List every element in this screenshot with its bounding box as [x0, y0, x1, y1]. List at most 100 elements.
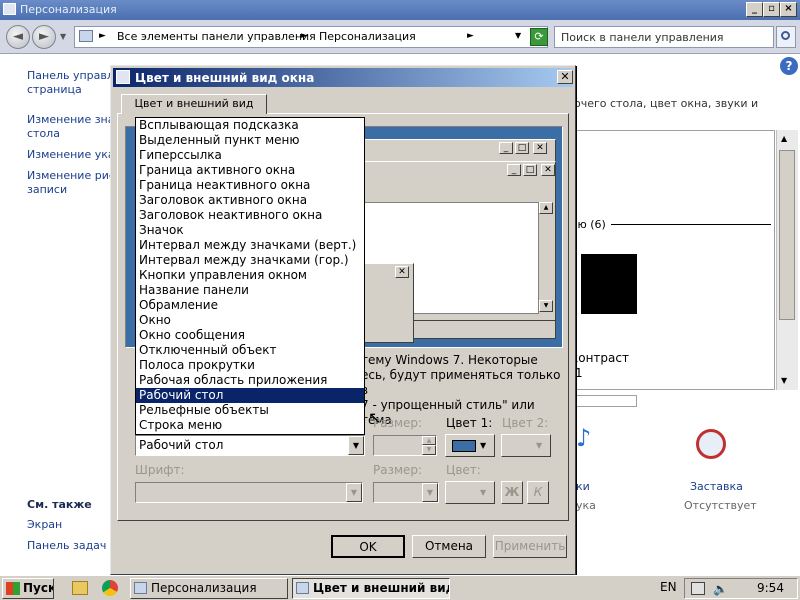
- windows-logo-icon: [6, 582, 20, 595]
- dropdown-option[interactable]: Интервал между значками (гор.): [136, 253, 364, 268]
- left-link[interactable]: стола: [27, 127, 110, 141]
- dropdown-option[interactable]: Граница неактивного окна: [136, 178, 364, 193]
- dropdown-option[interactable]: Граница активного окна: [136, 163, 364, 178]
- font-label: Шрифт:: [135, 463, 185, 477]
- screensaver-status: Отсутствует: [684, 499, 757, 512]
- see-also-link-display[interactable]: Экран: [27, 518, 110, 532]
- left-link[interactable]: Изменение указа: [27, 148, 110, 162]
- start-button[interactable]: Пуск: [2, 578, 54, 599]
- dropdown-option[interactable]: Полоса прокрутки: [136, 358, 364, 373]
- maximize-button[interactable]: ▫: [763, 2, 780, 17]
- close-button[interactable]: ×: [780, 2, 797, 17]
- task-personalization[interactable]: Персонализация: [130, 578, 288, 599]
- volume-muted-icon[interactable]: 🔈: [713, 582, 728, 596]
- chevron-down-icon[interactable]: ▼: [346, 483, 362, 502]
- see-also-link-taskbar[interactable]: Панель задач и: [27, 539, 110, 553]
- sounds-label-fragment[interactable]: ки: [576, 480, 590, 493]
- dropdown-option[interactable]: Гиперссылка: [136, 148, 364, 163]
- ok-button[interactable]: OK: [331, 535, 405, 558]
- dropdown-option[interactable]: Окно: [136, 313, 364, 328]
- address-dropdown-icon[interactable]: ▼: [515, 31, 521, 40]
- size-spinner[interactable]: ▲ ▼: [373, 435, 437, 456]
- language-indicator[interactable]: EN: [660, 580, 677, 594]
- scroll-thumb[interactable]: [779, 150, 795, 320]
- chevron-down-icon[interactable]: ▼: [422, 483, 438, 502]
- navigation-toolbar: ◄ ► ▼ ► Все элементы панели управления ►…: [0, 20, 800, 54]
- contrast-theme-thumbnail[interactable]: [581, 254, 637, 314]
- dropdown-option[interactable]: Кнопки управления окном: [136, 268, 364, 283]
- element-select[interactable]: Рабочий стол ▼: [135, 435, 365, 456]
- start-label: Пуск: [23, 581, 54, 595]
- header-text-fragment: очего стола, цвет окна, звуки и: [574, 97, 759, 110]
- task-color-appearance[interactable]: Цвет и внешний вид ...: [292, 578, 450, 599]
- address-bar[interactable]: ► Все элементы панели управления ► Персо…: [74, 26, 548, 48]
- sounds-icon[interactable]: ♪: [576, 425, 602, 451]
- section-divider: [611, 224, 771, 225]
- apply-button[interactable]: Применить: [493, 535, 567, 558]
- dropdown-option[interactable]: Интервал между значками (верт.): [136, 238, 364, 253]
- element-dropdown-list[interactable]: Всплывающая подсказка Выделенный пункт ме…: [135, 117, 365, 435]
- font-size-select[interactable]: ▼: [373, 482, 439, 503]
- dropdown-option[interactable]: Выделенный пункт меню: [136, 133, 364, 148]
- color2-button[interactable]: ▼: [501, 434, 551, 457]
- dropdown-option[interactable]: Всплывающая подсказка: [136, 118, 364, 133]
- minimize-button[interactable]: _: [746, 2, 763, 17]
- clock[interactable]: 9:54: [757, 581, 784, 595]
- scroll-down-icon[interactable]: ▼: [781, 376, 787, 385]
- search-input[interactable]: Поиск в панели управления: [554, 26, 774, 48]
- breadcrumb-chevron-icon[interactable]: ►: [467, 31, 474, 41]
- dropdown-option-selected[interactable]: Рабочий стол: [136, 388, 364, 403]
- see-also-heading: См. также: [27, 498, 92, 511]
- cancel-button[interactable]: Отмена: [412, 535, 486, 558]
- scroll-up-icon[interactable]: ▲: [781, 134, 787, 143]
- dropdown-option[interactable]: Рельефные объекты: [136, 403, 364, 418]
- back-icon[interactable]: ◄: [6, 25, 30, 49]
- dropdown-option[interactable]: Строка меню: [136, 418, 364, 433]
- network-icon[interactable]: [691, 582, 705, 595]
- tab-color-appearance[interactable]: Цвет и внешний вид окна: [121, 94, 267, 128]
- screensaver-label[interactable]: Заставка: [690, 480, 743, 493]
- window-icon: [296, 582, 309, 594]
- preview-minimize-icon: _: [499, 142, 513, 154]
- screensaver-icon[interactable]: [696, 429, 726, 459]
- taskbar: Пуск Персонализация Цвет и внешний вид .…: [0, 575, 800, 600]
- breadcrumb-item[interactable]: Все элементы панели управления: [117, 30, 316, 43]
- left-link[interactable]: Панель управле: [27, 69, 110, 83]
- themes-list[interactable]: ью (6) контраст 1: [570, 130, 775, 407]
- chrome-icon[interactable]: [102, 580, 118, 596]
- left-link[interactable]: Изменение значк: [27, 113, 110, 127]
- themes-scrollbar[interactable]: ▲ ▼: [776, 130, 798, 390]
- chevron-down-icon[interactable]: ▼: [348, 436, 364, 455]
- history-chevron-icon[interactable]: ▼: [60, 32, 66, 41]
- bold-button[interactable]: Ж: [501, 481, 523, 504]
- spin-down-icon[interactable]: ▼: [422, 445, 436, 455]
- color2-label: Цвет 2:: [502, 416, 549, 430]
- breadcrumb-chevron-icon[interactable]: ►: [301, 31, 308, 41]
- help-icon[interactable]: ?: [780, 57, 798, 75]
- dropdown-option[interactable]: Отключенный объект: [136, 343, 364, 358]
- control-panel-icon: [134, 582, 147, 594]
- dropdown-option[interactable]: Заголовок неактивного окна: [136, 208, 364, 223]
- font-color-button[interactable]: ▼: [445, 481, 495, 504]
- forward-icon[interactable]: ►: [32, 25, 56, 49]
- dropdown-option[interactable]: Рабочая область приложения: [136, 373, 364, 388]
- dropdown-option[interactable]: Название панели: [136, 283, 364, 298]
- left-link[interactable]: Изменение рисун: [27, 169, 110, 183]
- spin-up-icon[interactable]: ▲: [422, 436, 436, 445]
- color1-button[interactable]: ▼: [445, 434, 495, 457]
- explorer-icon[interactable]: [72, 581, 88, 595]
- dropdown-option[interactable]: Обрамление: [136, 298, 364, 313]
- dropdown-option[interactable]: Заголовок активного окна: [136, 193, 364, 208]
- dialog-close-button[interactable]: ✕: [557, 70, 573, 84]
- refresh-icon[interactable]: ⟳: [530, 28, 548, 46]
- breadcrumb-item[interactable]: Персонализация: [319, 30, 416, 43]
- left-link[interactable]: страница: [27, 83, 110, 97]
- dropdown-option[interactable]: Окно сообщения: [136, 328, 364, 343]
- italic-button[interactable]: К: [527, 481, 549, 504]
- color-appearance-dialog: Цвет и внешний вид окна ✕ Цвет и внешний…: [110, 65, 576, 575]
- search-icon[interactable]: [776, 26, 796, 48]
- left-link[interactable]: записи: [27, 183, 110, 197]
- dropdown-option[interactable]: Значок: [136, 223, 364, 238]
- font-select[interactable]: ▼: [135, 482, 363, 503]
- breadcrumb-chevron-icon[interactable]: ►: [99, 31, 106, 41]
